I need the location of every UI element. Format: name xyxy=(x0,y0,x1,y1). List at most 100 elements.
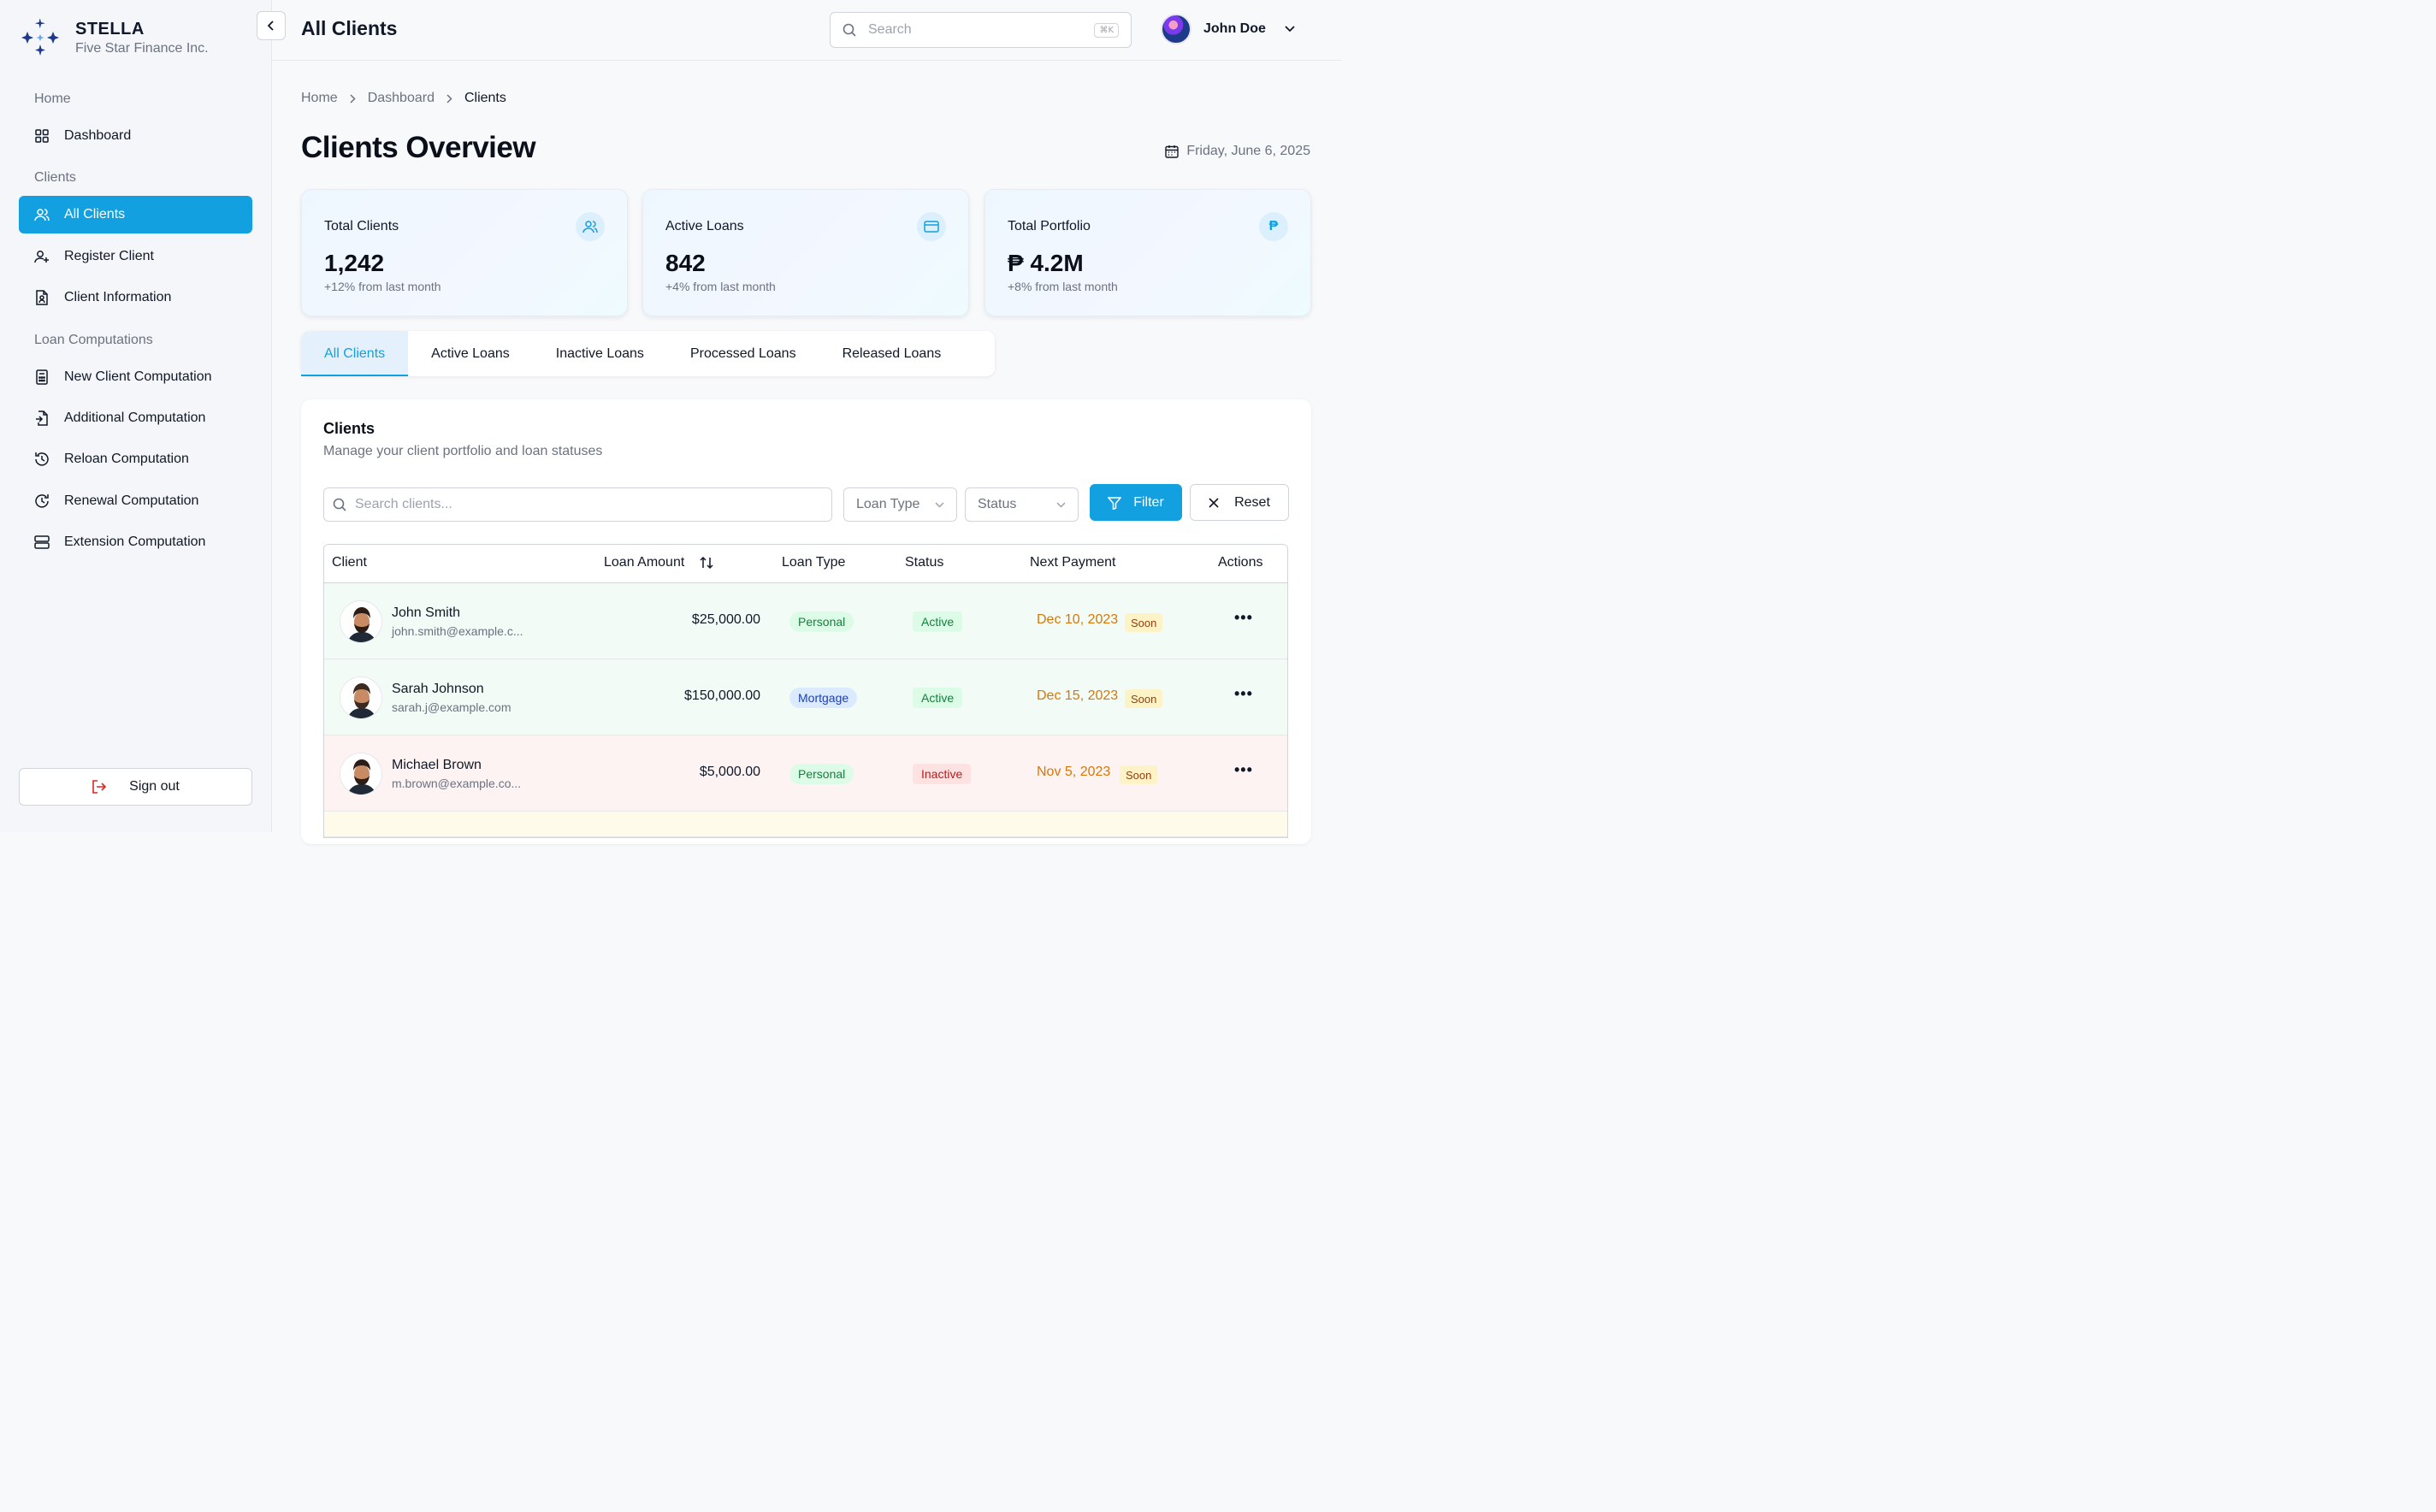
reset-label: Reset xyxy=(1234,494,1270,510)
more-actions-icon[interactable]: ••• xyxy=(1234,685,1253,703)
chevron-left-icon xyxy=(267,21,274,31)
column-actions: Actions xyxy=(1218,555,1263,570)
status-select-value: Status xyxy=(978,497,1017,511)
column-loan-amount[interactable]: Loan Amount xyxy=(604,555,713,570)
sidebar-item-label: Register Client xyxy=(64,249,154,263)
panel-title: Clients xyxy=(323,420,375,437)
filter-button[interactable]: Filter xyxy=(1090,484,1182,521)
stat-card-total-portfolio: Total Portfolio ₱ 4.2M +8% from last mon… xyxy=(984,189,1311,316)
sign-out-label: Sign out xyxy=(129,779,180,794)
sidebar-item-renewal-computation[interactable]: Renewal Computation xyxy=(19,482,252,520)
client-email: m.brown@example.co... xyxy=(392,777,522,790)
sidebar-item-label: Client Information xyxy=(64,290,172,304)
sidebar-item-client-information[interactable]: Client Information xyxy=(19,279,252,316)
column-status: Status xyxy=(905,555,944,570)
loan-tabs: All Clients Active Loans Inactive Loans … xyxy=(301,331,995,376)
chevron-right-icon xyxy=(446,93,452,103)
stat-label: Total Clients xyxy=(324,219,399,233)
breadcrumb-home[interactable]: Home xyxy=(301,91,338,106)
sidebar-item-extension-computation[interactable]: Extension Computation xyxy=(19,523,252,561)
sidebar-item-label: Dashboard xyxy=(64,128,132,143)
status-badge: Inactive xyxy=(913,764,972,784)
breadcrumb-dashboard[interactable]: Dashboard xyxy=(368,91,435,106)
logout-icon xyxy=(92,780,107,794)
client-search-input[interactable]: Search clients... xyxy=(323,487,832,522)
page-title: Clients Overview xyxy=(301,131,536,164)
clients-table: Client Loan Amount Loan Type Status Next… xyxy=(323,544,1288,838)
sidebar-item-all-clients[interactable]: All Clients xyxy=(19,196,252,233)
user-menu[interactable]: John Doe xyxy=(1161,14,1295,44)
sidebar-item-register-client[interactable]: Register Client xyxy=(19,238,252,275)
filter-label: Filter xyxy=(1133,494,1164,510)
tab-processed-loans[interactable]: Processed Loans xyxy=(667,331,819,376)
panel-subtitle: Manage your client portfolio and loan st… xyxy=(323,444,603,458)
next-payment-date: Nov 5, 2023 xyxy=(1037,765,1111,779)
loan-type-select-value: Loan Type xyxy=(856,497,920,511)
client-email: john.smith@example.c... xyxy=(392,624,523,638)
client-name: John Smith xyxy=(392,605,461,620)
table-row[interactable]: Sarah Johnson sarah.j@example.com $150,0… xyxy=(324,659,1287,735)
sidebar-item-additional-computation[interactable]: Additional Computation xyxy=(19,399,252,437)
due-soon-badge: Soon xyxy=(1120,765,1158,784)
loan-amount: $25,000.00 xyxy=(691,612,760,627)
nav-section-loan-computations: Loan Computations xyxy=(34,333,153,347)
chevron-right-icon xyxy=(350,93,356,103)
table-row[interactable]: Michael Brown m.brown@example.co... $5,0… xyxy=(324,735,1287,812)
sidebar-item-label: Reloan Computation xyxy=(64,452,189,466)
sidebar-item-label: Renewal Computation xyxy=(64,493,199,508)
column-next-payment: Next Payment xyxy=(1030,555,1116,570)
file-plus-icon xyxy=(34,410,50,426)
chevron-down-icon xyxy=(1285,26,1295,32)
chevron-down-icon xyxy=(935,501,944,508)
chevron-down-icon xyxy=(1056,501,1066,508)
server-icon xyxy=(34,535,50,550)
table-row[interactable]: John Smith john.smith@example.c... $25,0… xyxy=(324,583,1287,659)
global-search-input[interactable]: Search ⌘K xyxy=(830,12,1132,48)
sidebar-item-label: Extension Computation xyxy=(64,535,206,549)
sign-out-button[interactable]: Sign out xyxy=(19,768,252,806)
status-badge: Active xyxy=(913,611,963,632)
sidebar-item-new-client-computation[interactable]: New Client Computation xyxy=(19,358,252,396)
nav-section-home: Home xyxy=(34,92,71,106)
client-search-placeholder: Search clients... xyxy=(355,497,452,511)
client-avatar xyxy=(340,600,382,643)
more-actions-icon[interactable]: ••• xyxy=(1234,609,1253,627)
loan-type-badge: Mortgage xyxy=(789,688,858,708)
search-placeholder: Search xyxy=(868,22,912,37)
close-icon xyxy=(1209,497,1219,508)
tab-active-loans[interactable]: Active Loans xyxy=(408,331,533,376)
breadcrumb: Home Dashboard Clients xyxy=(301,91,506,106)
filter-icon xyxy=(1108,496,1122,510)
sidebar-item-label: Additional Computation xyxy=(64,410,206,425)
stat-value: 842 xyxy=(665,250,706,276)
calculator-icon xyxy=(34,369,50,385)
column-loan-type: Loan Type xyxy=(782,555,846,570)
tab-inactive-loans[interactable]: Inactive Loans xyxy=(533,331,667,376)
loan-type-select[interactable]: Loan Type xyxy=(843,487,957,522)
client-name: Michael Brown xyxy=(392,758,482,772)
next-payment-date: Dec 10, 2023 xyxy=(1037,612,1119,627)
stat-delta: +12% from last month xyxy=(324,280,441,293)
stat-card-active-loans: Active Loans 842 +4% from last month xyxy=(642,189,969,316)
current-date: Friday, June 6, 2025 xyxy=(1165,144,1310,159)
brand: STELLA Five Star Finance Inc. xyxy=(21,17,209,56)
tab-all-clients[interactable]: All Clients xyxy=(301,331,409,376)
sidebar: STELLA Five Star Finance Inc. Home Dashb… xyxy=(0,0,272,832)
collapse-sidebar-button[interactable] xyxy=(257,11,286,40)
loan-type-badge: Personal xyxy=(789,611,854,632)
sidebar-item-label: All Clients xyxy=(64,207,126,221)
client-name: Sarah Johnson xyxy=(392,682,484,696)
more-actions-icon[interactable]: ••• xyxy=(1234,761,1253,779)
search-icon xyxy=(843,23,856,37)
table-row[interactable] xyxy=(324,812,1287,837)
reset-button[interactable]: Reset xyxy=(1190,484,1289,521)
sidebar-item-dashboard[interactable]: Dashboard xyxy=(19,117,252,155)
peso-icon: ₱ xyxy=(1259,212,1288,241)
grid-icon xyxy=(34,128,50,144)
sidebar-item-reloan-computation[interactable]: Reloan Computation xyxy=(19,440,252,478)
status-select[interactable]: Status xyxy=(965,487,1079,522)
tab-released-loans[interactable]: Released Loans xyxy=(819,331,965,376)
avatar xyxy=(1161,14,1191,44)
loan-amount: $150,000.00 xyxy=(684,688,760,703)
client-avatar xyxy=(340,753,382,795)
